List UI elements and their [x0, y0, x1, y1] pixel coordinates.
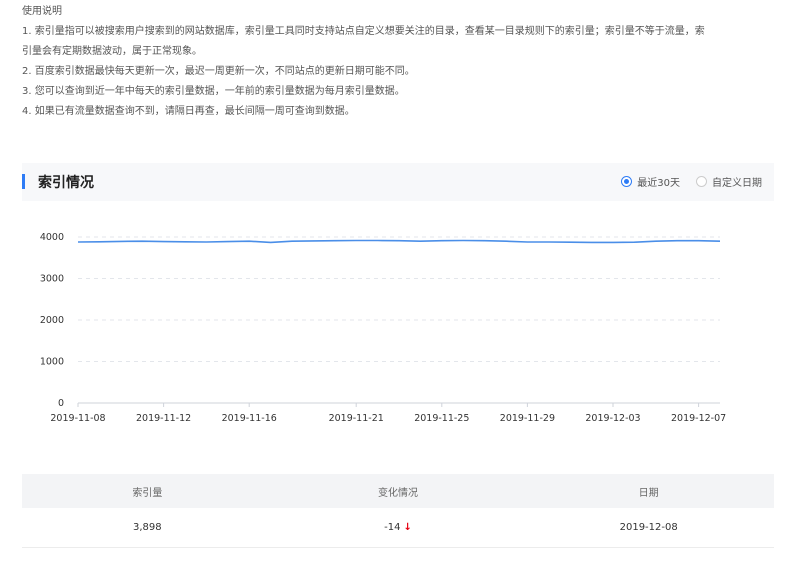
index-section-header: 索引情况 最近30天 自定义日期 [22, 163, 774, 201]
series-line [77, 239, 721, 244]
x-tick-label: 2019-11-29 [500, 413, 555, 424]
instructions-line-2: 2. 百度索引数据最快每天更新一次，最迟一周更新一次，不同站点的更新日期可能不同… [22, 66, 415, 77]
x-tick-label: 2019-12-07 [671, 413, 726, 424]
range-option-label: 最近30天 [637, 178, 680, 189]
y-tick-label: 2000 [40, 315, 64, 326]
header-index-count: 索引量 [132, 487, 163, 499]
header-change: 变化情况 [378, 487, 418, 499]
instructions-line-1: 1. 索引量指可以被搜索用户搜索到的网站数据库，索引量工具同时支持站点自定义想要… [22, 26, 705, 37]
range-option-custom-date[interactable]: 自定义日期 [696, 174, 762, 189]
y-tick-label: 0 [58, 398, 64, 409]
x-tick-label: 2019-11-25 [414, 413, 469, 424]
header-date: 日期 [638, 487, 659, 499]
index-table: 索引量 变化情况 日期 3,898 -14 ↓ 2019-12-08 [22, 474, 774, 548]
instructions-line-1-cont: 引量会有定期数据波动，属于正常现象。 [22, 46, 202, 57]
y-tick-label: 4000 [40, 232, 64, 243]
chart-canvas: 0 1000 2000 3000 4000 2019-11-08 2019-11-12 201… [40, 232, 726, 424]
usage-instructions: 使用说明 1. 索引量指可以被搜索用户搜索到的网站数据库，索引量工具同时支持站点… [22, 2, 782, 122]
x-tick-label: 2019-12-03 [585, 413, 640, 424]
section-accent-bar [22, 174, 25, 189]
arrow-down-icon: ↓ [403, 522, 412, 533]
y-tick-label: 1000 [40, 357, 64, 368]
section-title: 索引情况 [38, 175, 94, 191]
y-tick-label: 3000 [40, 274, 64, 285]
date-range-selector: 最近30天 自定义日期 [605, 174, 762, 189]
table-header: 索引量 变化情况 日期 [22, 474, 774, 508]
x-tick-label: 2019-11-12 [136, 413, 191, 424]
index-line-chart: 0 1000 2000 3000 4000 2019-11-08 2019-11-12 201… [22, 222, 782, 434]
instructions-line-3: 3. 您可以查询到近一年中每天的索引量数据，一年前的索引量数据为每月索引量数据。 [22, 86, 405, 97]
range-option-label: 自定义日期 [712, 178, 762, 189]
range-option-last-30-days[interactable]: 最近30天 [621, 174, 680, 189]
radio-checked-icon[interactable] [621, 176, 633, 187]
x-tick-label: 2019-11-16 [222, 413, 277, 424]
radio-unchecked-icon[interactable] [696, 176, 707, 187]
change-value: -14 [384, 522, 401, 533]
instructions-line-4: 4. 如果已有流量数据查询不到，请隔日再查，最长间隔一周可查询到数据。 [22, 106, 355, 117]
x-tick-label: 2019-11-21 [329, 413, 384, 424]
table-row: 3,898 -14 ↓ 2019-12-08 [22, 508, 774, 548]
cell-change: -14 ↓ [273, 522, 524, 533]
instructions-title: 使用说明 [22, 6, 62, 17]
cell-index-count: 3,898 [133, 522, 162, 533]
x-tick-label: 2019-11-08 [50, 413, 105, 424]
cell-date: 2019-12-08 [619, 522, 678, 533]
